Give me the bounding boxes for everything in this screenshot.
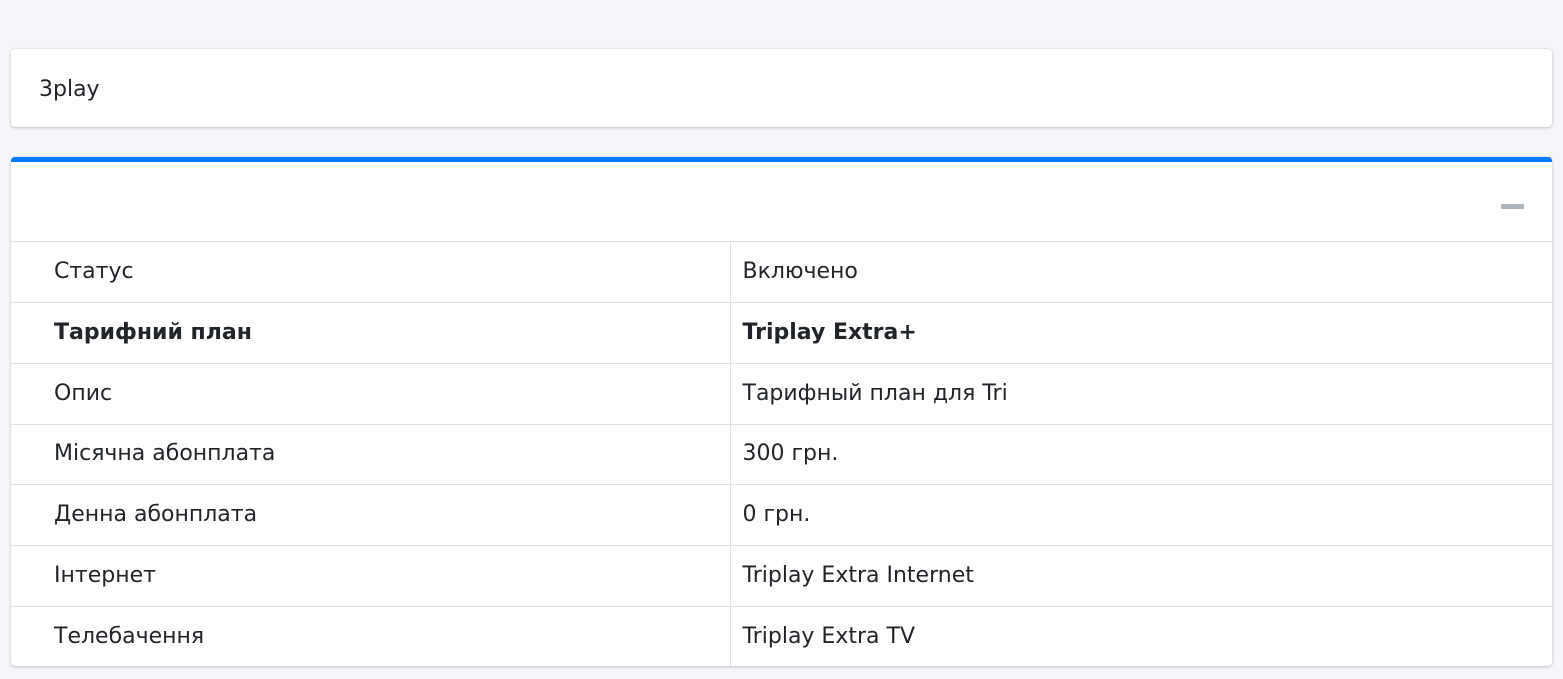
row-value: Тарифный план для Tri — [730, 363, 1552, 425]
card-header — [11, 162, 1552, 242]
row-label: Телебачення — [11, 606, 731, 666]
title-card: 3play — [11, 49, 1552, 127]
collapse-button[interactable] — [1492, 192, 1532, 222]
table-row: Опис Тарифный план для Tri — [11, 363, 1552, 425]
row-label: Інтернет — [11, 545, 731, 607]
page: 3play Статус Включено Тарифний план Trip… — [0, 0, 1563, 679]
tariff-details-card: Статус Включено Тарифний план Triplay Ex… — [11, 157, 1552, 666]
details-table: Статус Включено Тарифний план Triplay Ex… — [11, 242, 1552, 666]
row-label: Тарифний план — [11, 302, 731, 364]
row-label: Денна абонплата — [11, 484, 731, 546]
row-label: Місячна абонплата — [11, 424, 731, 486]
row-label: Статус — [11, 242, 731, 304]
minus-icon — [1501, 204, 1524, 209]
table-row: Статус Включено — [11, 242, 1552, 304]
service-title: 3play — [39, 77, 100, 102]
table-row: Денна абонплата 0 грн. — [11, 484, 1552, 546]
table-row: Тарифний план Triplay Extra+ — [11, 302, 1552, 364]
row-value: 0 грн. — [730, 484, 1552, 546]
row-value: 300 грн. — [730, 424, 1552, 486]
row-value: Triplay Extra TV — [742, 623, 916, 649]
row-value: Triplay Extra Internet — [730, 545, 1552, 607]
row-value: Triplay Extra+ — [730, 302, 1552, 364]
table-row: Місячна абонплата 300 грн. — [11, 424, 1552, 486]
table-row: Телебачення Triplay Extra TV — [11, 606, 1552, 666]
table-row: Інтернет Triplay Extra Internet — [11, 545, 1552, 607]
row-label: Опис — [11, 363, 731, 425]
row-value: Включено — [730, 242, 1552, 304]
